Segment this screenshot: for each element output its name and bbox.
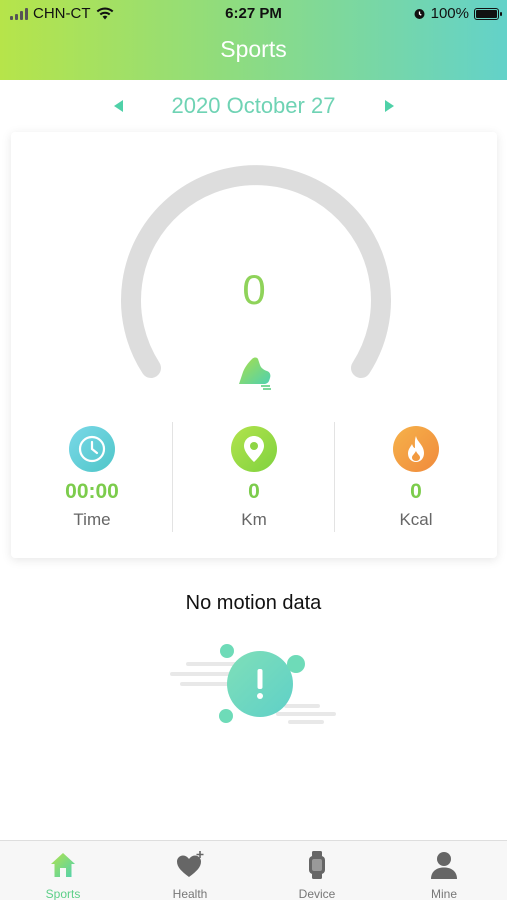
status-bar: CHN-CT 6:27 PM 100% bbox=[0, 0, 507, 28]
steps-value: 0 bbox=[242, 266, 266, 313]
app-header: CHN-CT 6:27 PM 100% Sports bbox=[0, 0, 507, 80]
location-pin-icon bbox=[231, 426, 277, 472]
battery-icon bbox=[474, 7, 502, 20]
page-title: Sports bbox=[220, 36, 287, 62]
empty-state-message: No motion data bbox=[185, 592, 322, 614]
battery-percent: 100% bbox=[430, 5, 469, 22]
next-day-button[interactable] bbox=[385, 100, 394, 112]
tab-health[interactable]: Health bbox=[127, 841, 253, 900]
stat-distance: 0 Km bbox=[173, 422, 335, 532]
stats-row: 00:00 Time 0 Km 0 Kcal bbox=[11, 422, 497, 532]
date-navigator: 2020 October 27 bbox=[0, 92, 507, 122]
tab-mine[interactable]: Mine bbox=[381, 841, 507, 900]
tab-label: Health bbox=[172, 887, 208, 900]
watch-icon bbox=[309, 851, 325, 879]
calories-label: Kcal bbox=[399, 510, 433, 529]
tab-device[interactable]: Device bbox=[254, 841, 380, 900]
person-icon bbox=[431, 852, 457, 879]
status-right: 100% bbox=[413, 5, 502, 22]
tab-sports[interactable]: Sports bbox=[0, 841, 126, 900]
clock-icon bbox=[69, 426, 115, 472]
tab-label: Device bbox=[298, 887, 336, 900]
steps-gauge bbox=[121, 165, 391, 378]
heart-plus-icon bbox=[177, 851, 204, 877]
stat-calories: 0 Kcal bbox=[335, 422, 497, 532]
tab-label: Mine bbox=[430, 887, 457, 900]
current-date: 2020 October 27 bbox=[171, 93, 336, 118]
time-value: 00:00 bbox=[65, 480, 119, 503]
calories-value: 0 bbox=[410, 480, 422, 503]
running-shoe-icon bbox=[239, 357, 271, 390]
tab-bar: Sports Health Device Mine bbox=[0, 840, 507, 900]
alert-illustration-icon bbox=[170, 644, 336, 724]
stat-time: 00:00 Time bbox=[11, 422, 173, 532]
tab-label: Sports bbox=[45, 887, 81, 900]
time-label: Time bbox=[73, 510, 111, 529]
activity-card: 0 00:00 Time 0 Km 0 Kcal bbox=[11, 132, 497, 558]
distance-label: Km bbox=[241, 510, 267, 529]
flame-icon bbox=[393, 426, 439, 472]
home-icon bbox=[51, 853, 75, 877]
distance-value: 0 bbox=[248, 480, 260, 503]
alarm-icon bbox=[414, 9, 425, 19]
